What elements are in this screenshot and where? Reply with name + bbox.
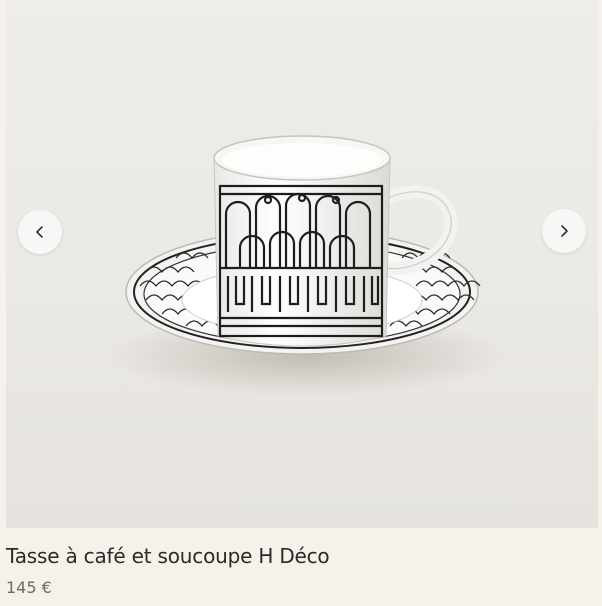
previous-image-button[interactable] (18, 210, 62, 254)
chevron-right-icon (561, 225, 568, 237)
chevron-left-icon (36, 226, 43, 238)
product-image-gallery[interactable] (6, 0, 598, 528)
product-image (106, 135, 506, 397)
product-card: Tasse à café et soucoupe H Déco 145 € (0, 0, 602, 606)
next-image-button[interactable] (542, 209, 586, 253)
product-price: 145 € (6, 578, 52, 597)
product-title[interactable]: Tasse à café et soucoupe H Déco (6, 543, 596, 569)
